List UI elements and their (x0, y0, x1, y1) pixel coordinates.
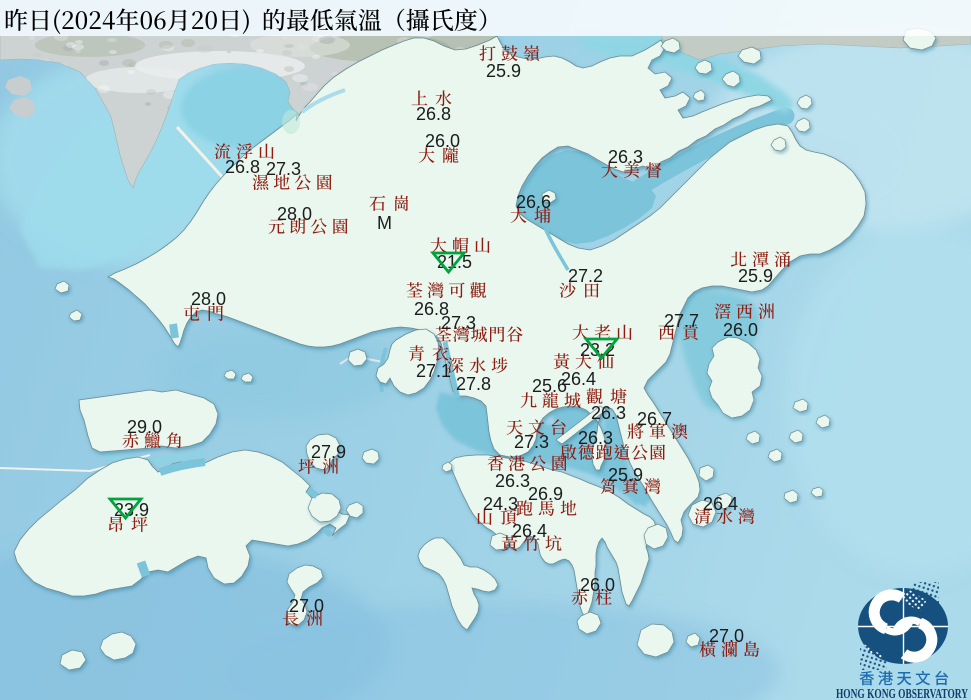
svg-text:27.8: 27.8 (456, 374, 491, 394)
svg-text:26.0: 26.0 (723, 320, 758, 340)
svg-text:27.0: 27.0 (289, 596, 324, 616)
svg-text:26.8: 26.8 (416, 104, 451, 124)
svg-text:26.8: 26.8 (225, 157, 260, 177)
svg-text:26.0: 26.0 (580, 575, 615, 595)
svg-text:27.1: 27.1 (416, 361, 451, 381)
svg-text:HONG KONG OBSERVATORY: HONG KONG OBSERVATORY (836, 686, 968, 700)
svg-text:25.9: 25.9 (486, 61, 521, 81)
svg-text:26.3: 26.3 (608, 147, 643, 167)
svg-text:21.5: 21.5 (437, 252, 472, 272)
svg-text:27.3: 27.3 (514, 432, 549, 452)
svg-text:27.0: 27.0 (709, 626, 744, 646)
svg-text:24.3: 24.3 (483, 494, 518, 514)
svg-text:29.0: 29.0 (127, 417, 162, 437)
svg-text:25.9: 25.9 (608, 465, 643, 485)
svg-text:28.0: 28.0 (191, 289, 226, 309)
svg-text:25.6: 25.6 (532, 376, 567, 396)
svg-text:26.3: 26.3 (578, 428, 613, 448)
svg-text:27.3: 27.3 (441, 313, 476, 333)
svg-text:26.6: 26.6 (516, 192, 551, 212)
svg-text:28.0: 28.0 (277, 204, 312, 224)
svg-text:26.3: 26.3 (591, 403, 626, 423)
svg-text:M: M (377, 213, 392, 233)
svg-text:27.3: 27.3 (266, 159, 301, 179)
svg-text:25.9: 25.9 (738, 266, 773, 286)
svg-text:26.9: 26.9 (528, 484, 563, 504)
svg-text:27.2: 27.2 (568, 266, 603, 286)
svg-text:26.4: 26.4 (703, 494, 738, 514)
svg-text:26.7: 26.7 (637, 409, 672, 429)
svg-text:27.9: 27.9 (311, 442, 346, 462)
svg-text:27.7: 27.7 (664, 311, 699, 331)
svg-text:26.4: 26.4 (512, 521, 547, 541)
svg-text:26.0: 26.0 (425, 131, 460, 151)
svg-text:26.3: 26.3 (495, 471, 530, 491)
